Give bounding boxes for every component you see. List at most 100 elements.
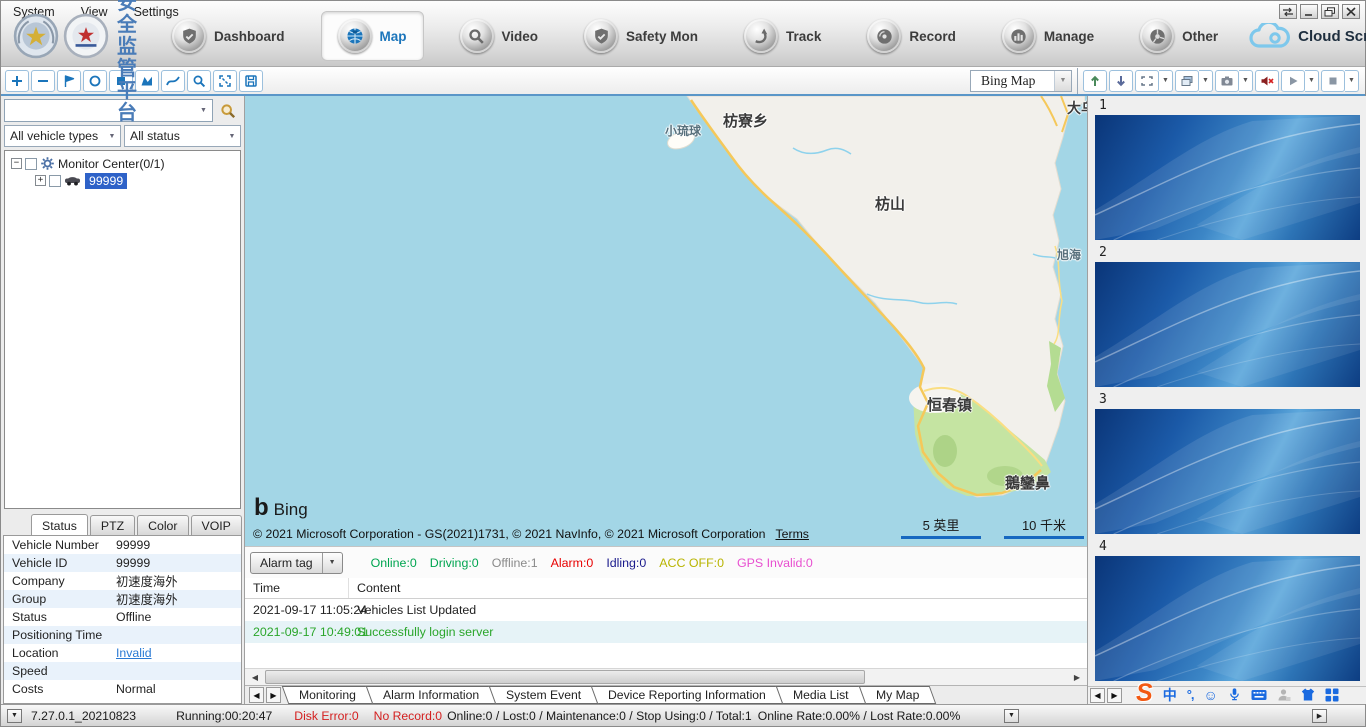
nav-item-manage[interactable]: Manage [992, 14, 1104, 58]
chevron-down-icon[interactable]: ▼ [323, 553, 342, 573]
tab-scroll-right[interactable]: ▶ [266, 687, 281, 703]
detail-tab-status[interactable]: Status [31, 514, 88, 535]
bottom-tab-device-reporting-information[interactable]: Device Reporting Information [591, 686, 783, 704]
video-tile-2[interactable]: 2 [1095, 245, 1360, 387]
nav-item-video[interactable]: Video [450, 14, 549, 58]
search-button[interactable] [215, 99, 241, 122]
terms-link[interactable]: Terms [775, 527, 808, 541]
scroll-left-arrow[interactable]: ◀ [247, 670, 263, 684]
play-button[interactable] [1281, 70, 1305, 92]
monitor-center-checkbox[interactable] [25, 158, 37, 170]
windows-button[interactable] [1175, 70, 1199, 92]
save-button[interactable] [239, 70, 263, 92]
zoom-box-button[interactable] [187, 70, 211, 92]
window-close-button[interactable] [1342, 4, 1360, 19]
sogou-logo-icon[interactable]: S [1136, 682, 1153, 704]
bottom-tab-monitoring[interactable]: Monitoring [282, 686, 373, 704]
cloud-screen-brand[interactable]: Cloud Screen [1248, 23, 1366, 50]
polygon-button[interactable] [135, 70, 159, 92]
vehicle-checkbox[interactable] [49, 175, 61, 187]
ime-skin-icon[interactable] [1301, 686, 1315, 704]
stop-dropdown[interactable]: ▼ [1345, 70, 1359, 92]
ime-keyboard-icon[interactable] [1251, 686, 1267, 704]
flag-button[interactable] [57, 70, 81, 92]
tab-scroll-left[interactable]: ◀ [249, 687, 264, 703]
bottom-tab-my-map[interactable]: My Map [858, 686, 936, 704]
detail-tab-ptz[interactable]: PTZ [90, 515, 135, 535]
screen-button[interactable] [1135, 70, 1159, 92]
play-dropdown[interactable]: ▼ [1305, 70, 1319, 92]
event-row[interactable]: 2021-09-17 11:05:24Vehicles List Updated [245, 599, 1087, 621]
tiles-scroll-right[interactable]: ▶ [1107, 688, 1122, 703]
nav-item-track[interactable]: Track [734, 14, 831, 58]
tiles-scroll-left[interactable]: ◀ [1090, 688, 1105, 703]
arrow-up-button[interactable] [1083, 70, 1107, 92]
search-input[interactable] [5, 100, 195, 121]
detail-tab-color[interactable]: Color [137, 515, 188, 535]
video-tile-image[interactable] [1095, 262, 1360, 387]
tree-node-label-selected[interactable]: 99999 [85, 173, 127, 189]
nav-item-other[interactable]: Other [1130, 14, 1228, 58]
speaker-muted-button[interactable] [1255, 70, 1279, 92]
event-row[interactable]: 2021-09-17 10:49:01Successfully login se… [245, 621, 1087, 643]
app-title: 道路安全 监管平台 [117, 0, 138, 124]
video-tile-3[interactable]: 3 [1095, 392, 1360, 534]
camera-button[interactable] [1215, 70, 1239, 92]
ime-user-icon[interactable] [1277, 686, 1291, 704]
statusbar-expand-button[interactable]: ▼ [1004, 709, 1019, 723]
nav-item-dashboard[interactable]: Dashboard [162, 14, 295, 58]
bottom-tab-system-event[interactable]: System Event [489, 686, 599, 704]
windows-dropdown[interactable]: ▼ [1199, 70, 1213, 92]
scroll-right-arrow[interactable]: ▶ [1069, 670, 1085, 684]
tree-node-label[interactable]: Monitor Center(0/1) [58, 157, 165, 171]
ime-microphone-icon[interactable] [1228, 686, 1241, 704]
ime-chinese-mode-icon[interactable]: 中 [1163, 686, 1177, 704]
scrollbar-thumb[interactable] [265, 670, 865, 684]
polyline-button[interactable] [161, 70, 185, 92]
tree-node-vehicle[interactable]: + 99999 [5, 172, 240, 189]
circle-button[interactable] [83, 70, 107, 92]
zoom-in-button[interactable] [5, 70, 29, 92]
tab-list: MonitoringAlarm InformationSystem EventD… [286, 686, 933, 704]
ime-emoji-icon[interactable]: ☺ [1204, 686, 1218, 704]
video-tile-image[interactable] [1095, 115, 1360, 240]
bottom-tab-media-list[interactable]: Media List [776, 686, 866, 704]
ime-toolbox-icon[interactable] [1325, 686, 1339, 704]
collapse-expander[interactable]: − [11, 158, 22, 169]
bottom-tab-alarm-information[interactable]: Alarm Information [366, 686, 497, 704]
alarm-tag-button[interactable]: Alarm tag ▼ [250, 552, 343, 574]
arrow-down-button[interactable] [1109, 70, 1133, 92]
nav-item-map[interactable]: Map [321, 11, 424, 61]
statusbar-next-button[interactable]: ▶ [1312, 709, 1327, 723]
video-tile-1[interactable]: 1 [1095, 98, 1360, 240]
stop-button[interactable] [1321, 70, 1345, 92]
nav-item-safety-mon[interactable]: Safety Mon [574, 14, 708, 58]
detail-tab-voip[interactable]: VOIP [191, 515, 242, 535]
chevron-down-icon[interactable]: ▼ [195, 100, 212, 121]
horizontal-scrollbar[interactable]: ◀ ▶ [245, 668, 1087, 685]
video-tile-image[interactable] [1095, 409, 1360, 534]
tree-node-monitor-center[interactable]: − Monitor Center(0/1) [5, 155, 240, 172]
window-minimize-button[interactable] [1300, 4, 1318, 19]
bottom-tab-strip: ◀ ▶ MonitoringAlarm InformationSystem Ev… [245, 685, 1087, 704]
nav-item-record[interactable]: Record [857, 14, 966, 58]
zoom-out-button[interactable] [31, 70, 55, 92]
detail-label: Vehicle Number [4, 538, 116, 552]
nav-label-dashboard: Dashboard [214, 29, 285, 44]
video-tile-4[interactable]: 4 [1095, 539, 1360, 681]
fullscreen-button[interactable] [213, 70, 237, 92]
video-tile-number: 4 [1095, 539, 1360, 556]
map-canvas[interactable]: 小琉球枋寮乡枋山大乌旭海恒春镇鵝鑾鼻 b Bing © 2021 Microso… [245, 96, 1087, 546]
vehicle-type-filter[interactable]: All vehicle types ▼ [4, 125, 121, 147]
screen-dropdown[interactable]: ▼ [1159, 70, 1173, 92]
video-tile-image[interactable] [1095, 556, 1360, 681]
map-provider-select[interactable]: Bing Map ▼ [970, 70, 1072, 92]
statusbar-menu-button[interactable]: ▼ [7, 709, 22, 723]
window-switch-button[interactable] [1279, 4, 1297, 19]
location-invalid-link[interactable]: Invalid [116, 646, 152, 660]
camera-dropdown[interactable]: ▼ [1239, 70, 1253, 92]
expand-expander[interactable]: + [35, 175, 46, 186]
ime-punctuation-icon[interactable]: °, [1187, 686, 1194, 704]
status-filter[interactable]: All status ▼ [124, 125, 241, 147]
window-restore-button[interactable] [1321, 4, 1339, 19]
